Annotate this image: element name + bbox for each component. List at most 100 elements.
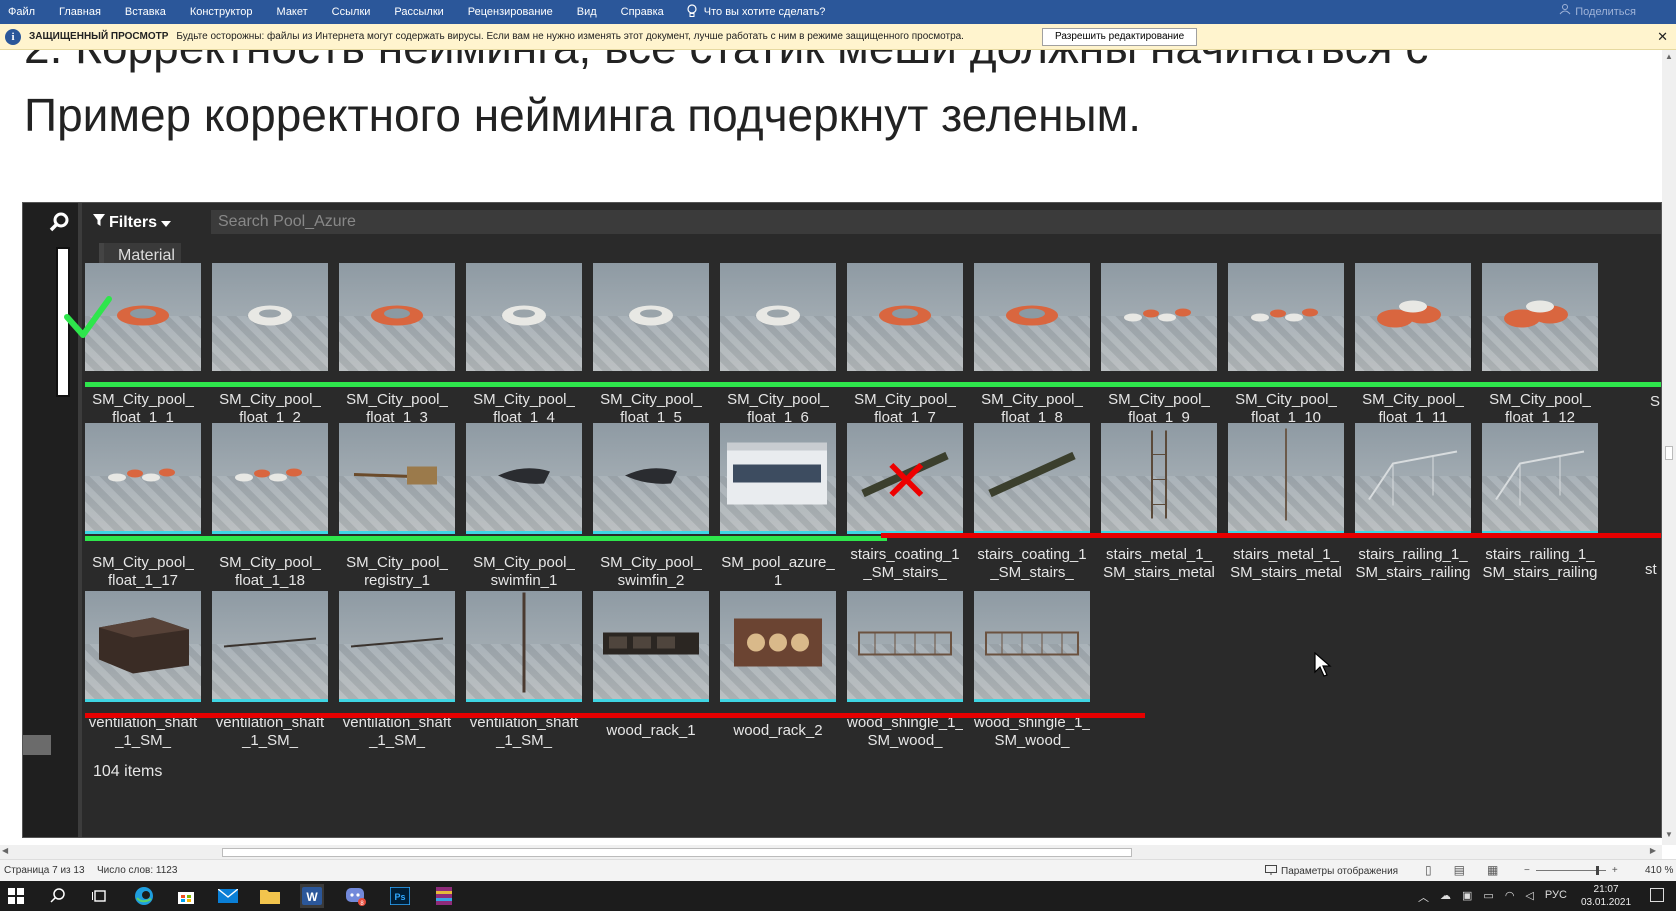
read-mode-icon[interactable]: ▯ [1425, 863, 1432, 877]
mail-icon[interactable] [216, 884, 240, 908]
asset-tile: SM_City_pool_ float_1_17 [85, 423, 201, 594]
wifi-icon[interactable]: ◠ [1505, 889, 1515, 905]
asset-name: SM_City_pool_ float_1_17 [92, 554, 194, 589]
svg-text:W: W [306, 890, 318, 904]
clock[interactable]: 21:07 03.01.2021 [1581, 883, 1631, 909]
asset-thumbnail [720, 263, 836, 371]
zoom-level[interactable]: 410 % [1645, 865, 1673, 876]
zoom-knob[interactable] [1595, 866, 1599, 875]
document-cut-line: 2. Корректность нейминга, все статик меш… [24, 50, 1428, 74]
enable-editing-button[interactable]: Разрешить редактирование [1042, 28, 1198, 46]
word-count[interactable]: Число слов: 1123 [97, 865, 177, 876]
word-ribbon-tabs: Файл Главная Вставка Конструктор Макет Ссылки… [0, 0, 1676, 24]
asset-tile: SM_City_pool_ float_1_2 [212, 263, 328, 431]
share-button[interactable]: Поделиться [1559, 0, 1636, 24]
word-app-icon[interactable]: W [300, 884, 324, 908]
battery-icon[interactable]: ▭ [1483, 889, 1493, 905]
cloud-icon[interactable]: ☁ [1440, 889, 1451, 905]
windows-start-icon[interactable] [4, 884, 28, 908]
ribbon-tab[interactable]: Файл [0, 0, 47, 24]
asset-thumbnail [466, 591, 582, 699]
scroll-up-icon[interactable]: ▲ [1665, 52, 1673, 61]
asset-tile: wood_rack_1 [593, 591, 709, 762]
volume-icon[interactable]: ◁ [1525, 889, 1533, 905]
asset-tile: SM_City_pool_ float_1_11 [1355, 263, 1471, 431]
display-settings-button[interactable]: Параметры отображения [1265, 865, 1398, 878]
asset-name: stairs_coating_1 _SM_stairs_ coating_1_2 [977, 546, 1087, 584]
next-tile-cut-label: S [1650, 393, 1661, 410]
ribbon-tab[interactable]: Конструктор [178, 0, 265, 24]
vertical-scrollbar[interactable]: ▲ ▼ [1662, 50, 1676, 845]
ribbon-tab[interactable]: Главная [47, 0, 113, 24]
ribbon-tab[interactable]: Макет [265, 0, 320, 24]
scroll-down-icon[interactable]: ▼ [1665, 830, 1673, 839]
zoom-out-icon[interactable]: − [1524, 865, 1530, 876]
chevron-up-icon[interactable]: ︿ [1418, 889, 1429, 905]
ribbon-tab[interactable]: Рецензирование [456, 0, 565, 24]
search-icon[interactable] [46, 884, 70, 908]
collapsed-panel-tab [23, 735, 51, 755]
asset-tile: wood_shingle_1_ SM_wood_ shingle_1_2 [974, 591, 1090, 752]
edge-browser-icon[interactable] [132, 884, 156, 908]
asset-tile: SM_City_pool_ float_1_4 [466, 263, 582, 431]
scroll-thumb[interactable] [1665, 446, 1673, 460]
notification-icon[interactable] [1650, 888, 1664, 902]
display-settings-label: Параметры отображения [1281, 866, 1399, 877]
correct-naming-underline [85, 382, 1661, 387]
asset-tile: SM_City_pool_ float_1_7 [847, 263, 963, 431]
ribbon-tab[interactable]: Рассылки [382, 0, 455, 24]
ribbon-tab[interactable]: Вставка [113, 0, 178, 24]
asset-type-bar [974, 699, 1090, 702]
asset-name: SM_City_pool_ swimfin_2 [600, 554, 702, 589]
asset-tile: ventilation_shaft _1_SM_ ventilation_sha… [466, 591, 582, 752]
discord-icon[interactable]: 8 [344, 884, 368, 908]
asset-tile: SM_City_pool_ registry_1 [339, 423, 455, 594]
asset-name: ventilation_shaft _1_SM_ ventilation_sha… [469, 714, 579, 752]
scroll-right-icon[interactable]: ▶ [1650, 846, 1656, 855]
print-layout-icon[interactable]: ▤ [1454, 863, 1465, 877]
zoom-track[interactable] [1535, 866, 1606, 875]
asset-type-bar [466, 531, 582, 534]
file-explorer-icon[interactable] [258, 884, 282, 908]
asset-name: stairs_metal_1_ SM_stairs_metal _1_1 [1103, 546, 1215, 584]
task-view-icon[interactable] [88, 884, 112, 908]
asset-thumbnail [974, 423, 1090, 531]
asset-tile: SM_City_pool_ float_1_6 [720, 263, 836, 431]
ribbon-tab[interactable]: Справка [609, 0, 676, 24]
language-indicator[interactable]: РУС [1545, 889, 1567, 905]
asset-thumbnail [720, 591, 836, 699]
horizontal-scrollbar[interactable]: ◀ ▶ [0, 845, 1662, 859]
asset-name: SM_City_pool_ swimfin_1 [473, 554, 575, 589]
asset-name: SM_pool_azure_ 1 [721, 554, 835, 589]
asset-thumbnail [1482, 263, 1598, 371]
page-counter[interactable]: Страница 7 из 13 [4, 865, 85, 876]
close-icon[interactable]: ✕ [1657, 29, 1668, 45]
photoshop-icon[interactable]: Ps [388, 884, 412, 908]
winrar-icon[interactable] [432, 884, 456, 908]
svg-text:Ps: Ps [394, 892, 405, 902]
asset-thumbnail [593, 591, 709, 699]
meeting-icon[interactable]: ▣ [1462, 889, 1472, 905]
zoom-in-icon[interactable]: + [1612, 865, 1618, 876]
ribbon-tab[interactable]: Ссылки [320, 0, 383, 24]
asset-type-bar [720, 531, 836, 534]
asset-type-bar [339, 531, 455, 534]
asset-thumbnail [1355, 263, 1471, 371]
asset-thumbnail [974, 591, 1090, 699]
caret-down-icon [161, 214, 172, 232]
ribbon-tab[interactable]: Вид [565, 0, 609, 24]
tell-me-box[interactable]: Что вы хотите сделать? [676, 3, 825, 21]
store-icon[interactable] [174, 884, 198, 908]
protected-view-bar: i ЗАЩИЩЕННЫЙ ПРОСМОТР Будьте осторожны: … [0, 24, 1676, 50]
asset-type-bar [85, 531, 201, 534]
asset-tile: wood_shingle_1_ SM_wood_ shingle_1_1 [847, 591, 963, 752]
web-layout-icon[interactable]: ▦ [1487, 863, 1498, 877]
filters-dropdown: Filters [93, 213, 172, 232]
content-browser-screenshot: Filters Search Pool_Azure Material SM_Ci… [22, 202, 1662, 838]
asset-tile: SM_City_pool_ float_1_18 [212, 423, 328, 594]
scroll-thumb[interactable] [222, 848, 1132, 857]
protected-view-message: Будьте осторожны: файлы из Интернета мог… [176, 31, 964, 42]
asset-type-bar [85, 699, 201, 702]
zoom-slider[interactable]: − + [1524, 865, 1618, 876]
scroll-left-icon[interactable]: ◀ [2, 846, 8, 855]
